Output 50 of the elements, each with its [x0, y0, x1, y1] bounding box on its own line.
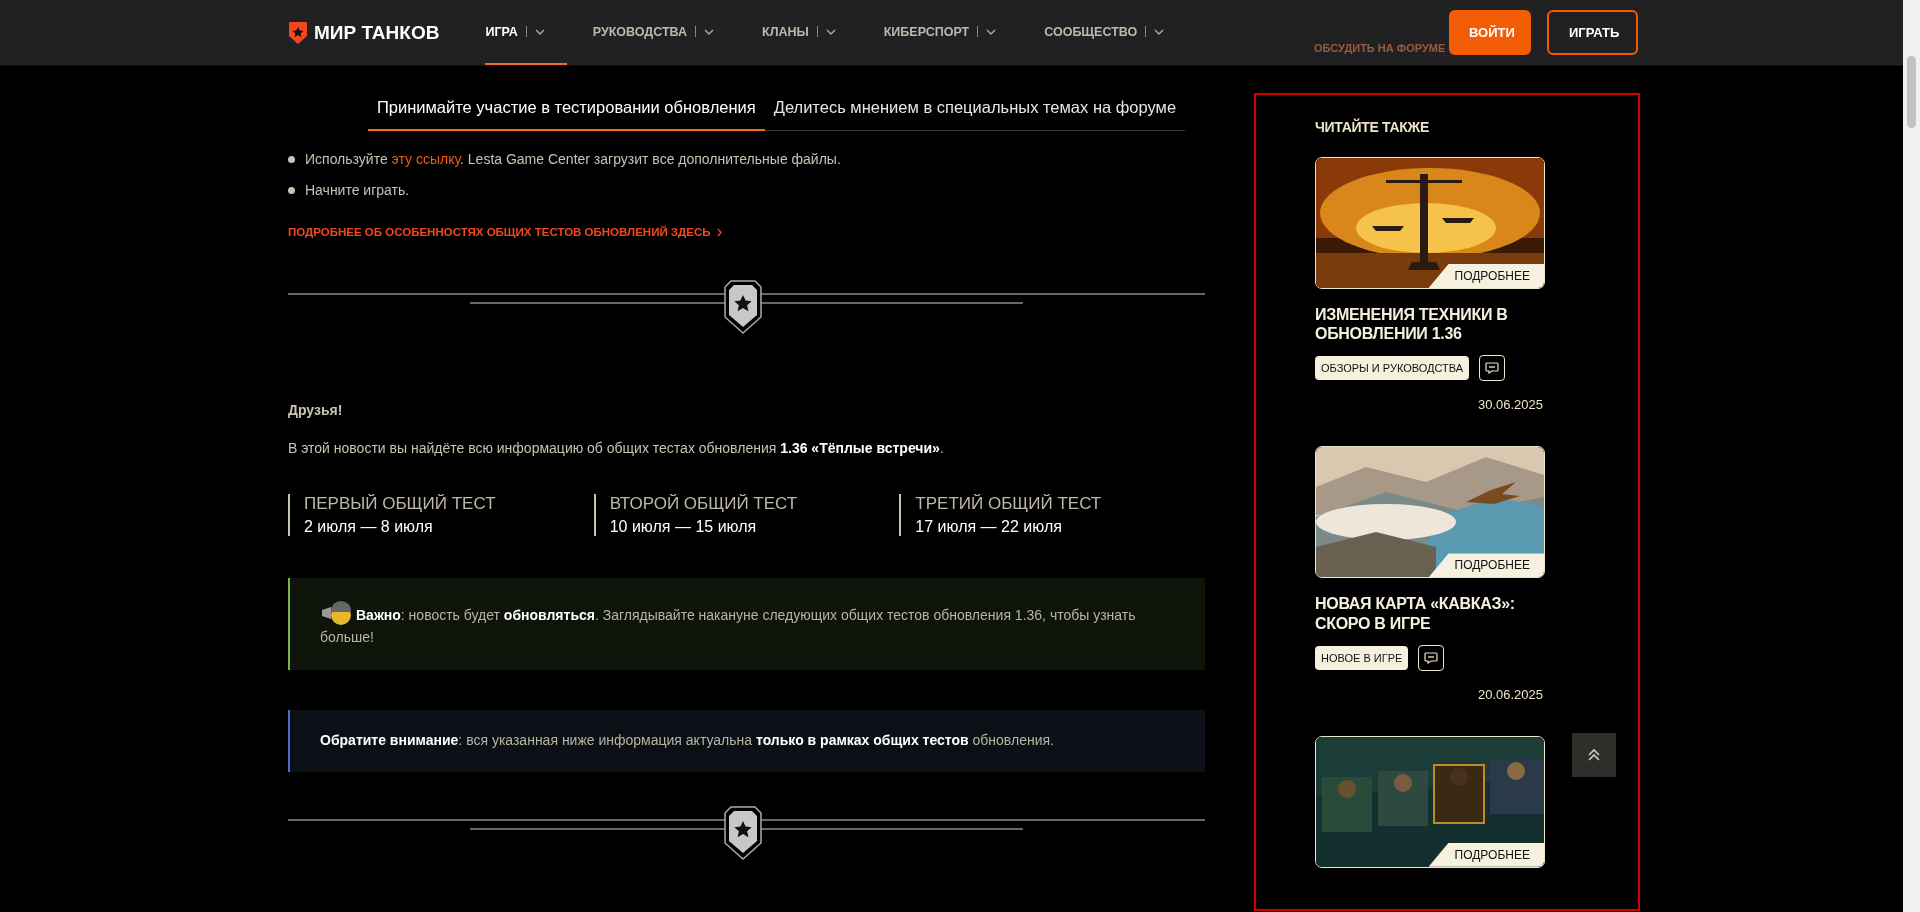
step-text: Используйте эту ссылку. Lesta Game Center загрузит все дополнительные файлы. — [305, 151, 841, 167]
note-text: Обратите внимание: вся указанная ниже информация актуальна только в рамках общих тестов обновления. — [320, 731, 1055, 751]
test-dates: 2 июля — 8 июля — [304, 518, 434, 536]
test-name: ПЕРВЫЙ ОБЩИЙ ТЕСТ — [304, 494, 497, 514]
section-heading: ЧИТАЙТЕ ТАКЖЕ — [1315, 119, 1430, 135]
nav-menu-item[interactable]: ИГРА — [485, 0, 567, 65]
more-details-link[interactable]: ПОДРОБНЕЕ ОБ ОСОБЕННОСТЯХ ОБЩИХ ТЕСТОВ ОБНОВЛЕНИЙ ЗДЕСЬ — [288, 226, 711, 238]
category-tag[interactable]: ОБЗОРЫ И РУКОВОДСТВА — [1315, 356, 1470, 381]
bullet-icon — [288, 155, 295, 163]
chevron-down-icon — [704, 28, 714, 35]
greeting-text: Друзья! — [288, 402, 344, 418]
play-button[interactable]: ИГРАТЬ — [1547, 10, 1638, 55]
article-date: 30.06.2025 — [1476, 397, 1543, 413]
mascot-icon — [320, 600, 354, 626]
chevron-down-icon — [1154, 28, 1165, 35]
more-button[interactable]: ПОДРОБНЕЕ — [1428, 553, 1544, 578]
article-date: 20.06.2025 — [1476, 686, 1543, 702]
test-dates: 17 июля — 22 июля — [915, 518, 1063, 536]
chevron-down-icon — [534, 28, 545, 35]
scrollbar-thumb[interactable] — [1907, 56, 1916, 128]
nav-menu-item[interactable]: КЛАНЫ — [762, 0, 858, 65]
more-button[interactable]: ПОДРОБНЕЕ — [1428, 264, 1544, 288]
logo-icon — [288, 20, 308, 45]
chat-icon — [1424, 651, 1439, 664]
test-name: ВТОРОЙ ОБЩИЙ ТЕСТ — [609, 494, 799, 514]
nav-menu-item[interactable]: КИБЕРСПОРТ — [883, 0, 1019, 65]
article-title[interactable]: ИЗМЕНЕНИЯ ТЕХНИКИ В ОБНОВЛЕНИИ 1.36 — [1315, 305, 1543, 344]
star-shield-icon — [724, 806, 762, 861]
article-tab[interactable]: Делитесь мнением в специальных темах на форуме — [764, 88, 1186, 131]
scroll-to-top-button[interactable] — [1572, 733, 1616, 777]
chevron-down-icon — [986, 28, 997, 35]
nav-menu-item[interactable]: РУКОВОДСТВА — [592, 0, 736, 65]
chevron-down-icon — [825, 28, 836, 35]
category-tag[interactable]: НОВОЕ В ИГРЕ — [1315, 645, 1409, 670]
note-text: Важно: новость будет обновляться. Заглядывайте накануне следующих общих тестов обновления 1.36, чтобы узнать больше! — [320, 600, 1175, 649]
test-name: ТРЕТИЙ ОБЩИЙ ТЕСТ — [915, 494, 1103, 514]
double-chevron-up-icon — [1588, 748, 1600, 762]
comments-button[interactable] — [1479, 355, 1506, 382]
chat-icon — [1485, 362, 1500, 375]
article-tab[interactable]: Принимайте участие в тестировании обновления — [367, 88, 765, 131]
star-shield-icon — [724, 280, 762, 334]
nav-menu-item[interactable]: СООБЩЕСТВО — [1044, 0, 1187, 65]
article-title[interactable]: НОВАЯ КАРТА «КАВКАЗ»: СКОРО В ИГРЕ — [1315, 594, 1543, 633]
test-dates: 10 июля — 15 июля — [609, 518, 758, 536]
intro-text: В этой новости вы найдёте всю информацию об общих тестах обновления 1.36 «Тёплые встречи». — [288, 440, 945, 456]
logo-text[interactable]: МИР ТАНКОВ — [314, 21, 440, 44]
comments-button[interactable] — [1418, 644, 1445, 671]
chevron-right-icon — [716, 227, 722, 237]
step-text: Начните играть. — [305, 182, 410, 198]
bullet-icon — [288, 186, 295, 194]
